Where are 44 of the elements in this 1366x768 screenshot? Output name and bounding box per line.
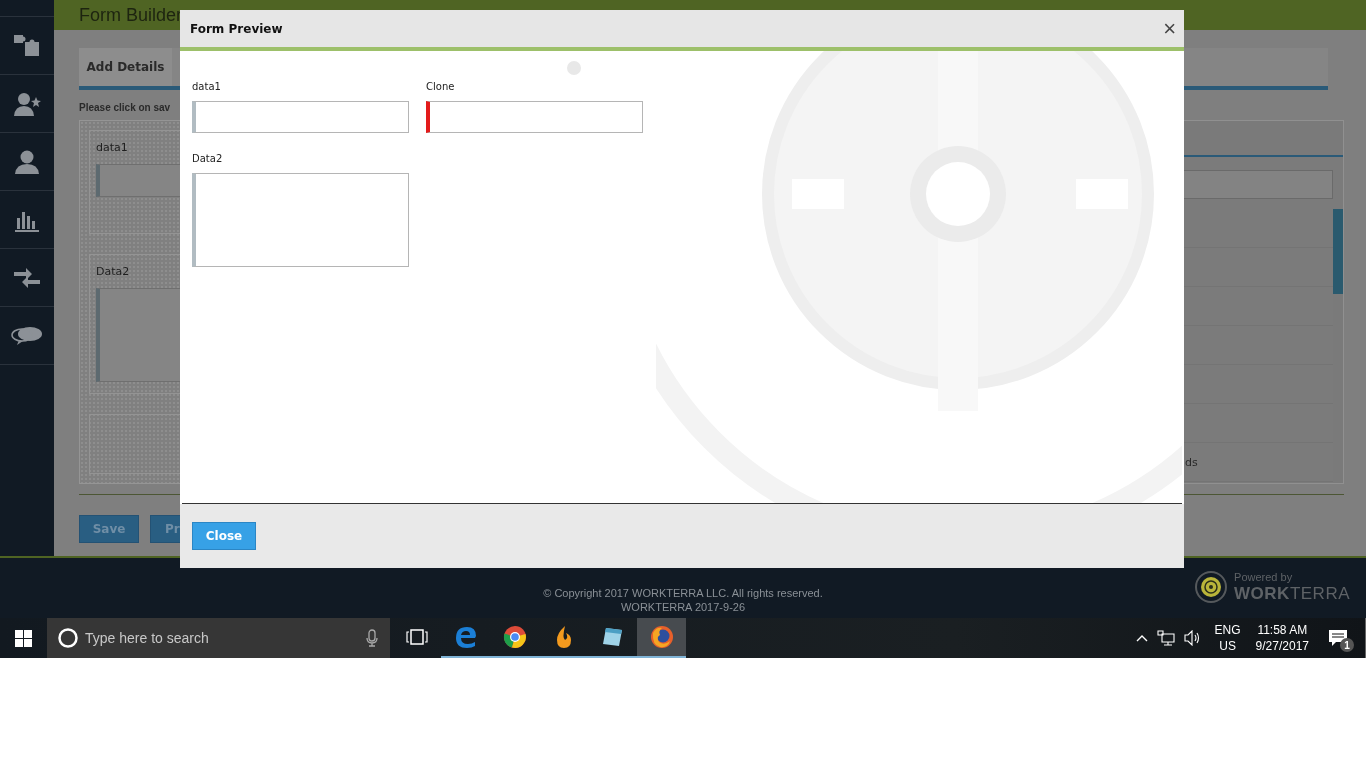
chevron-up-icon[interactable]	[1135, 634, 1148, 642]
field-label: Data2	[96, 264, 131, 278]
cortana-icon	[57, 627, 79, 649]
field-label: data1	[192, 81, 222, 92]
e-logo-icon	[453, 625, 478, 649]
microphone-icon[interactable]	[366, 629, 378, 647]
field-label: Data2	[192, 153, 224, 164]
clock[interactable]: 11:58 AM 9/27/2017	[1255, 622, 1309, 654]
tab[interactable]: Add Details	[79, 48, 172, 86]
user-icon[interactable]	[15, 148, 39, 175]
powered-by-text: Powered by	[1234, 572, 1294, 583]
logo-icon	[1194, 570, 1229, 604]
windows-logo-icon	[15, 629, 32, 647]
round-logo-icon	[502, 625, 527, 649]
swap-arrows-icon[interactable]	[14, 267, 40, 288]
copyright-text: © Copyright 2017 WORKTERRA LLC. All rights reserved.	[543, 586, 823, 600]
notification-badge: 1	[1340, 638, 1354, 652]
user-star-icon[interactable]	[13, 90, 41, 117]
task-view-icon	[405, 629, 428, 645]
language-indicator[interactable]: ENG US	[1214, 622, 1241, 654]
fox-globe-icon	[649, 625, 674, 649]
volume-icon[interactable]	[1183, 630, 1202, 646]
chat-bubbles-icon[interactable]	[11, 325, 43, 346]
close-button[interactable]: Close	[192, 522, 256, 550]
input-field[interactable]	[192, 101, 409, 133]
date-text: 9/27/2017	[1255, 638, 1309, 654]
instruction-text: Please click on sav	[79, 102, 172, 113]
notepad-icon	[600, 625, 625, 649]
field-label: data1	[96, 141, 129, 154]
search-field[interactable]	[1183, 170, 1333, 199]
close-button[interactable]: ×	[1159, 17, 1180, 40]
list-item-text: ds	[1185, 455, 1198, 469]
dialog-title: Form Preview	[190, 21, 283, 36]
search-field[interactable]: Type here to search	[83, 629, 362, 647]
page-title: Form Builder	[79, 4, 183, 26]
build-text: WORKTERRA 2017-9-26	[620, 600, 746, 614]
search-box[interactable]: Type here to search	[47, 618, 390, 658]
language-text: ENG	[1214, 622, 1241, 638]
time-text: 11:58 AM	[1257, 622, 1308, 638]
field-label: Clone	[426, 81, 456, 92]
brand-name: WORKTERRA	[1234, 585, 1350, 602]
input-field[interactable]	[426, 101, 643, 133]
region-text: US	[1219, 638, 1236, 654]
network-icon[interactable]	[1156, 630, 1175, 646]
